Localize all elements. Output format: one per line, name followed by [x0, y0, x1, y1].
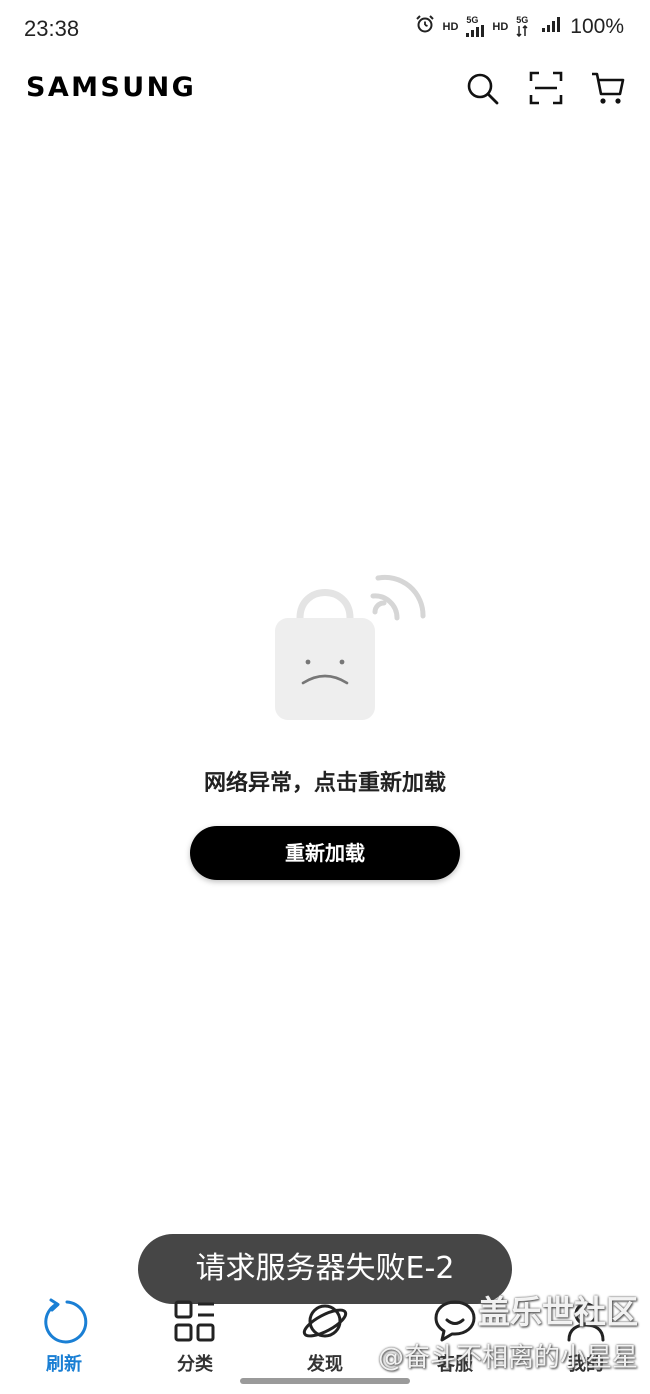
error-message: 网络异常，点击重新加载: [203, 771, 446, 796]
watermark-title: 盖乐世社区: [477, 1293, 638, 1331]
samsung-logo: SAMSUNG: [26, 72, 197, 103]
nav-item-refresh[interactable]: 刷新: [14, 1290, 114, 1380]
watermark-author: @奋斗不相离的小星星: [377, 1343, 638, 1373]
signal-icon: 5G: [516, 16, 534, 37]
hd-label: HD: [492, 20, 509, 33]
cart-icon[interactable]: [590, 70, 626, 106]
nav-label: 刷新: [46, 1354, 82, 1375]
reload-button[interactable]: 重新加载: [190, 826, 460, 880]
status-bar: 23:38 HD 5G HD 5G 100%: [0, 0, 650, 58]
hd-label: HD: [442, 20, 459, 33]
app-header: SAMSUNG: [0, 58, 650, 120]
network-type-label: 5G: [466, 15, 479, 25]
network-type-label: 5G: [516, 15, 529, 25]
status-time: 23:38: [24, 16, 80, 41]
signal-bars-icon: [542, 16, 562, 37]
toast-message: 请求服务器失败E-2: [138, 1234, 512, 1304]
status-indicators: HD 5G HD 5G 100%: [415, 14, 624, 39]
network-error-illustration: [270, 566, 430, 726]
nav-label: 分类: [177, 1354, 213, 1375]
scan-icon[interactable]: [528, 70, 564, 106]
battery-level: 100%: [570, 14, 624, 38]
alarm-icon: [415, 14, 435, 39]
nav-label: 发现: [307, 1354, 343, 1375]
signal-icon: 5G: [466, 15, 485, 37]
home-indicator[interactable]: [240, 1378, 410, 1384]
refresh-icon: [39, 1296, 89, 1346]
search-icon[interactable]: [464, 70, 500, 106]
